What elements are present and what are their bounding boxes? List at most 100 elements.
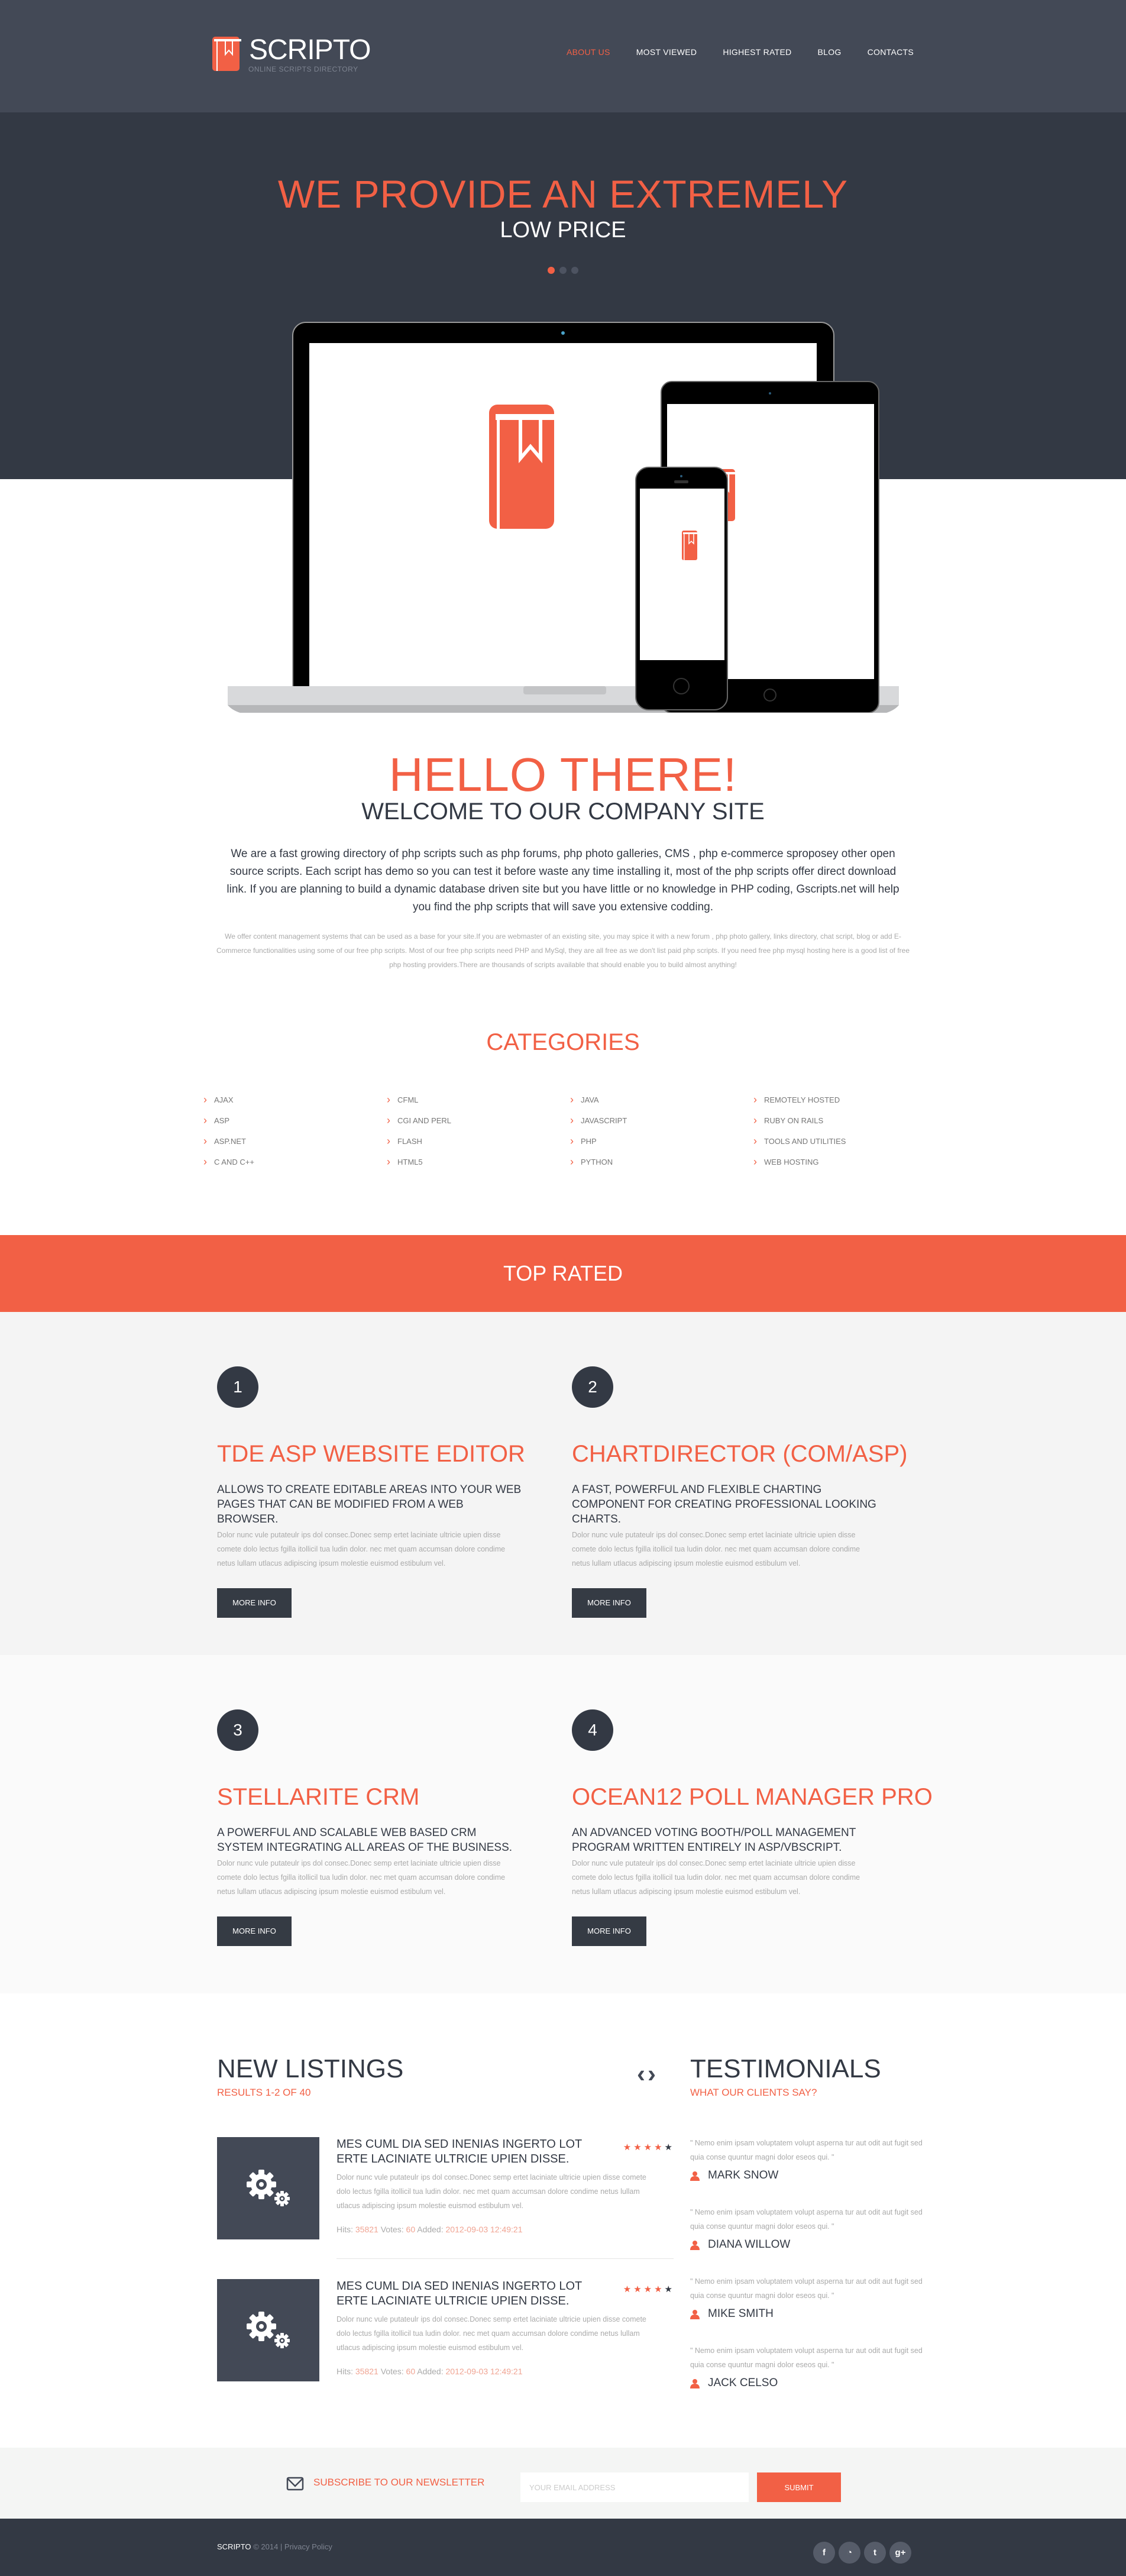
nav-about-us[interactable]: ABOUT US: [567, 47, 610, 57]
category-link[interactable]: › JAVA: [563, 1094, 746, 1106]
listing-title[interactable]: MES CUML DIA SED INENIAS INGERTO LOT ERT…: [336, 2279, 591, 2309]
category-link[interactable]: › HTML5: [380, 1156, 563, 1168]
privacy-policy-link[interactable]: Privacy Policy: [284, 2542, 332, 2551]
hits-value: 35821: [355, 2225, 378, 2234]
listing-thumbnail[interactable]: [217, 2279, 319, 2381]
added-label: Added:: [417, 2367, 444, 2376]
more-info-button[interactable]: MORE INFO: [572, 1588, 646, 1618]
devices-illustration: [228, 322, 899, 713]
more-info-button[interactable]: MORE INFO: [572, 1916, 646, 1946]
testimonial-author: MARK SNOW: [690, 2169, 927, 2182]
category-link[interactable]: › ASP: [196, 1115, 380, 1126]
testimonial-quote: " Nemo enim ipsam voluptatem volupt aspe…: [690, 2277, 923, 2300]
category-link[interactable]: › AJAX: [196, 1094, 380, 1105]
chevron-right-icon: ›: [753, 1094, 757, 1106]
star-filled-icon: ★: [623, 2284, 632, 2294]
listing-meta: Hits: 35821 Votes: 60 Added: 2012-09-03 …: [336, 2367, 523, 2376]
newsletter-submit-button[interactable]: SUBMIT: [757, 2472, 841, 2502]
item-title[interactable]: CHARTDIRECTOR (COM/ASP): [572, 1441, 927, 1468]
item-description: ALLOWS TO CREATE EDITABLE AREAS INTO YOU…: [217, 1483, 522, 1525]
chevron-right-icon: ›: [203, 1135, 207, 1147]
chevron-right-icon[interactable]: ›: [648, 2061, 656, 2086]
category-link[interactable]: › RUBY ON RAILS: [746, 1115, 930, 1126]
chevron-right-icon: ›: [387, 1114, 390, 1126]
testimonial-author: DIANA WILLOW: [690, 2238, 927, 2251]
newsletter-bar: SUBSCRIBE TO OUR NEWSLETTER SUBMIT: [0, 2448, 1126, 2519]
category-link[interactable]: › C AND C++: [196, 1156, 380, 1168]
category-link[interactable]: › FLASH: [380, 1136, 563, 1146]
chevron-right-icon: ›: [570, 1114, 574, 1126]
star-filled-icon: ★: [633, 2142, 642, 2152]
more-info-button[interactable]: MORE INFO: [217, 1916, 292, 1946]
twitter-icon[interactable]: t: [864, 2542, 886, 2564]
facebook-icon[interactable]: f: [813, 2542, 835, 2564]
item-title[interactable]: TDE ASP WEBSITE EDITOR: [217, 1441, 572, 1468]
category-link[interactable]: › REMOTELY HOSTED: [746, 1094, 930, 1106]
testimonial-quote: " Nemo enim ipsam voluptatem volupt aspe…: [690, 2139, 923, 2161]
category-link[interactable]: › ASP.NET: [196, 1136, 380, 1146]
categories-heading: CATEGORIES: [486, 1029, 640, 1055]
category-label: JAVA: [581, 1095, 599, 1104]
welcome-heading: WELCOME TO OUR COMPANY SITE: [361, 799, 765, 825]
category-link[interactable]: › CFML: [380, 1094, 563, 1106]
slider-dot-1[interactable]: [548, 267, 555, 274]
listing-title[interactable]: MES CUML DIA SED INENIAS INGERTO LOT ERT…: [336, 2137, 591, 2167]
category-label: AJAX: [214, 1095, 234, 1104]
chevron-right-icon: ›: [570, 1094, 574, 1106]
more-info-button[interactable]: MORE INFO: [217, 1588, 292, 1618]
category-label: JAVASCRIPT: [581, 1116, 627, 1125]
testimonial-quote: " Nemo enim ipsam voluptatem volupt aspe…: [690, 2346, 923, 2369]
copyright-text: © 2014 |: [253, 2542, 283, 2551]
site-footer: SCRIPTO © 2014 | Privacy Policy f ◔ t g+: [0, 2519, 1126, 2576]
added-value: 2012-09-03 12:49:21: [445, 2367, 523, 2376]
top-rated-item: 2 CHARTDIRECTOR (COM/ASP) A FAST, POWERF…: [572, 1366, 927, 1618]
category-link[interactable]: › JAVASCRIPT: [563, 1114, 746, 1126]
category-link[interactable]: › PYTHON: [563, 1156, 746, 1167]
nav-contacts[interactable]: CONTACTS: [868, 47, 914, 57]
chevron-right-icon: ›: [387, 1156, 390, 1168]
listing-pager: ‹ ›: [637, 2061, 656, 2086]
item-body: Dolor nunc vule putateulr ips dol consec…: [217, 1531, 506, 1567]
logo[interactable]: SCRIPTO ONLINE SCRIPTS DIRECTORY: [212, 35, 371, 73]
category-label: CGI AND PERL: [397, 1116, 452, 1125]
phone-illustration: [635, 467, 728, 710]
chevron-right-icon: ›: [203, 1156, 207, 1168]
newsletter-email-input[interactable]: [520, 2472, 749, 2502]
slider-dot-2[interactable]: [559, 267, 567, 274]
nav-blog[interactable]: BLOG: [818, 47, 842, 57]
book-logo-icon: [212, 37, 241, 71]
footer-copyright: SCRIPTO © 2014 | Privacy Policy: [217, 2542, 332, 2551]
category-link[interactable]: › PHP: [563, 1136, 746, 1146]
testimonial-item: " Nemo enim ipsam voluptatem volupt aspe…: [690, 2344, 927, 2390]
author-name: MIKE SMITH: [708, 2307, 774, 2320]
item-title[interactable]: OCEAN12 POLL MANAGER PRO: [572, 1784, 933, 1811]
category-label: RUBY ON RAILS: [764, 1116, 824, 1125]
new-listings-heading: NEW LISTINGS: [217, 2054, 404, 2083]
item-body: Dolor nunc vule putateulr ips dol consec…: [572, 1531, 860, 1567]
chevron-left-icon[interactable]: ‹: [637, 2061, 645, 2086]
nav-highest-rated[interactable]: HIGHEST RATED: [723, 47, 791, 57]
votes-label: Votes:: [380, 2367, 404, 2376]
item-title[interactable]: STELLARITE CRM: [217, 1784, 572, 1811]
listing-item: MES CUML DIA SED INENIAS INGERTO LOT ERT…: [217, 2279, 672, 2388]
chevron-right-icon: ›: [387, 1094, 390, 1106]
category-label: ASP: [214, 1116, 230, 1125]
user-icon: [690, 2378, 700, 2388]
site-header: SCRIPTO ONLINE SCRIPTS DIRECTORY ABOUT U…: [0, 0, 1126, 112]
chevron-right-icon: ›: [570, 1135, 574, 1147]
listing-thumbnail[interactable]: [217, 2137, 319, 2239]
nav-most-viewed[interactable]: MOST VIEWED: [636, 47, 697, 57]
star-filled-icon: ★: [654, 2284, 662, 2294]
testimonial-author: JACK CELSO: [690, 2377, 927, 2390]
listing-divider: [336, 2258, 674, 2259]
category-link[interactable]: › TOOLS AND UTILITIES: [746, 1136, 930, 1146]
category-link[interactable]: › CGI AND PERL: [380, 1114, 563, 1126]
added-value: 2012-09-03 12:49:21: [445, 2225, 523, 2234]
google-plus-icon[interactable]: g+: [889, 2542, 911, 2564]
star-filled-icon: ★: [643, 2142, 652, 2152]
rss-icon[interactable]: ◔: [839, 2542, 860, 2564]
category-link[interactable]: › WEB HOSTING: [746, 1156, 930, 1167]
slider-dot-3[interactable]: [571, 267, 578, 274]
category-label: WEB HOSTING: [764, 1158, 819, 1166]
category-label: REMOTELY HOSTED: [764, 1095, 840, 1104]
